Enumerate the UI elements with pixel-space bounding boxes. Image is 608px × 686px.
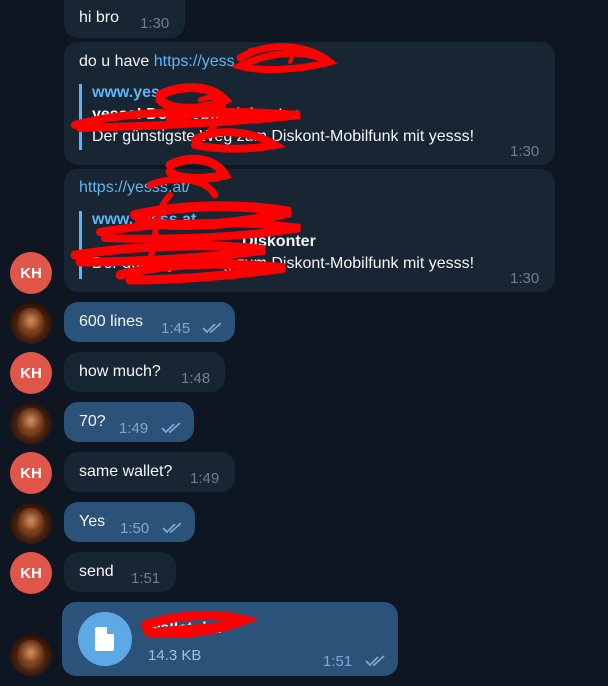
message-bubble[interactable]: https://yesss.at/ www.yesss.at Diskonter…: [64, 169, 555, 292]
contact-avatar[interactable]: KH: [10, 452, 52, 494]
message-time: 1:30: [140, 15, 170, 32]
message-text: do u have https://yess: [79, 53, 235, 71]
message-bubble[interactable]: 70? 1:49: [64, 402, 194, 442]
contact-avatar[interactable]: KH: [10, 252, 52, 294]
message-bubble[interactable]: send 1:51: [64, 552, 176, 592]
message-time: 1:48: [181, 370, 211, 387]
message-time: 1:51: [131, 570, 161, 587]
message-time: 1:30: [510, 143, 540, 160]
link-preview[interactable]: www.yesss.at Diskonter Der günstigste We…: [79, 211, 474, 279]
link-preview-description: Der günstigste Weg zum Diskont-Mobilfunk…: [92, 128, 475, 145]
file-size: 14.3 KB: [148, 647, 202, 664]
user-avatar[interactable]: [10, 402, 52, 444]
message-link[interactable]: https://yesss.at/: [79, 179, 190, 197]
message-time: 1:49: [119, 420, 149, 437]
message-text-prefix: do u have: [79, 53, 154, 70]
message-bubble[interactable]: how much? 1:48: [64, 352, 225, 392]
file-message-bubble[interactable]: wallet.dat 14.3 KB 1:51: [62, 602, 398, 676]
link-preview[interactable]: www.yess yesss! Der Mobil-Diskonter Der …: [79, 84, 474, 150]
message-time: 1:50: [120, 520, 150, 537]
message-time: 1:51: [323, 653, 353, 670]
message-text: how much?: [79, 363, 161, 380]
message-text: 70?: [79, 413, 106, 430]
message-text: hi bro: [79, 9, 120, 26]
message-text: 600 lines: [79, 313, 144, 330]
message-text: same wallet?: [79, 463, 173, 480]
file-icon[interactable]: [78, 612, 132, 666]
message-bubble[interactable]: do u have https://yess www.yess yesss! D…: [64, 42, 555, 165]
user-avatar[interactable]: [10, 634, 52, 676]
file-name[interactable]: wallet.dat: [148, 620, 221, 638]
message-bubble[interactable]: Yes 1:50: [64, 502, 195, 542]
contact-avatar[interactable]: KH: [10, 352, 52, 394]
link-preview-site: www.yesss.at: [92, 211, 197, 228]
double-check-icon: [202, 322, 222, 334]
link-preview-title: Diskonter: [242, 233, 316, 250]
message-text: send: [79, 563, 114, 580]
link-preview-site: www.yess: [92, 84, 169, 101]
contact-avatar[interactable]: KH: [10, 552, 52, 594]
message-time: 1:30: [510, 270, 540, 287]
message-link[interactable]: https://yess: [154, 53, 235, 70]
user-avatar[interactable]: [10, 302, 52, 344]
link-preview-description: Der günstigste Weg zum Diskont-Mobilfunk…: [92, 255, 475, 272]
double-check-icon: [365, 655, 385, 667]
link-preview-title: yesss! Der Mobil-Diskonter: [92, 106, 299, 123]
message-bubble[interactable]: hi bro 1:30: [64, 0, 185, 38]
document-icon: [95, 627, 114, 651]
message-text: Yes: [79, 513, 106, 530]
message-bubble[interactable]: 600 lines 1:45: [64, 302, 235, 342]
double-check-icon: [161, 422, 181, 434]
message-time: 1:45: [161, 320, 191, 337]
message-time: 1:49: [190, 470, 220, 487]
user-avatar[interactable]: [10, 502, 52, 544]
message-bubble[interactable]: same wallet? 1:49: [64, 452, 235, 492]
double-check-icon: [162, 522, 182, 534]
